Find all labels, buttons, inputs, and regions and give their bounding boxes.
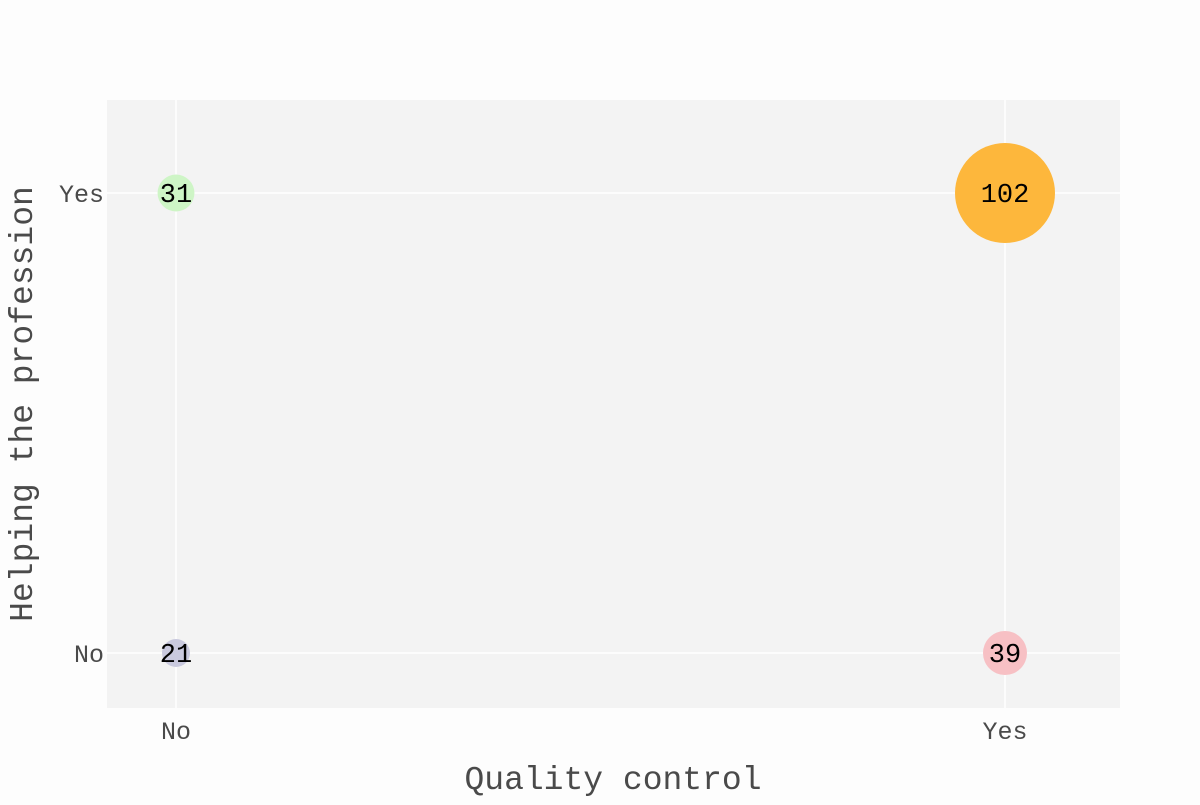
x-axis-ticks: No Yes [161,718,1028,747]
x-tick-label-no: No [161,718,191,747]
y-axis-title: Helping the profession [5,186,42,622]
bubble-yes-no-label: 39 [989,641,1021,671]
bubble-no-yes-label: 31 [160,181,192,211]
bubble-yes-yes-label: 102 [981,181,1030,211]
chart: 31 102 21 39 No Yes No Yes Quality control He… [0,0,1200,800]
bubble-chart: 31 102 21 39 No Yes No Yes Quality control He… [5,100,1120,799]
x-axis-title: Quality control [464,762,761,799]
x-tick-label-yes: Yes [982,718,1027,747]
y-axis-ticks: No Yes [59,181,104,670]
y-tick-label-no: No [74,641,104,670]
y-tick-label-yes: Yes [59,181,104,210]
bubble-no-no-label: 21 [160,641,192,671]
